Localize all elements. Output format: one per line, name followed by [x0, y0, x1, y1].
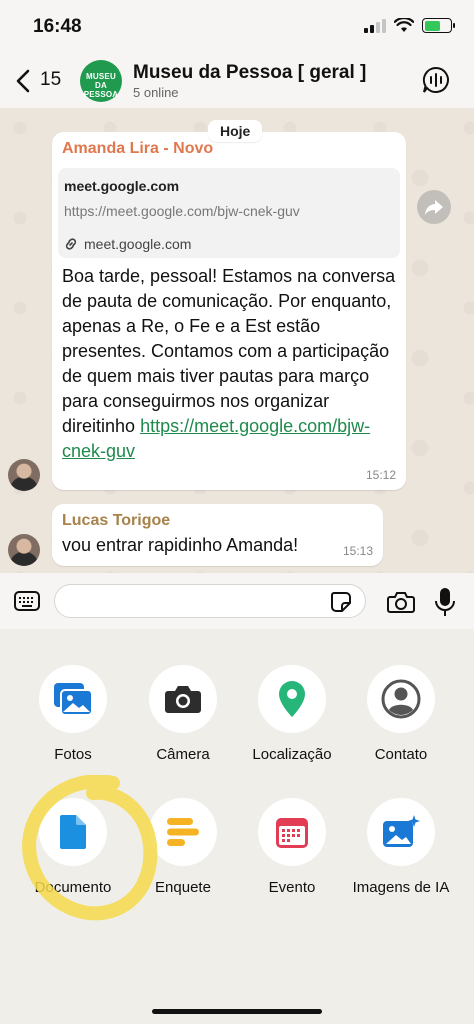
group-avatar[interactable]: MUSEU DA PESSOA [80, 60, 122, 102]
cellular-signal-icon [364, 18, 386, 33]
attach-photos-button[interactable]: Fotos [13, 665, 133, 763]
message-bubble[interactable]: Lucas Torigoe vou entrar rapidinho Amand… [52, 504, 383, 566]
forward-button[interactable] [417, 190, 451, 224]
attach-contact-circle[interactable] [367, 665, 435, 733]
message-sender: Amanda Lira - Novo [62, 140, 214, 157]
link-preview[interactable]: meet.google.com https://meet.google.com/… [58, 168, 400, 258]
battery-icon [422, 18, 455, 33]
attach-label: Documento [34, 879, 112, 896]
attach-camera-circle[interactable] [149, 665, 217, 733]
online-status: 5 online [133, 85, 179, 100]
attach-document-button[interactable]: Documento [13, 798, 133, 896]
back-chevron-icon[interactable] [14, 68, 32, 94]
location-pin-icon [279, 681, 305, 717]
attach-ai-images-circle[interactable] [367, 798, 435, 866]
message-sender: Lucas Torigoe [62, 512, 171, 529]
attach-label: Câmera [156, 746, 210, 763]
photos-icon [54, 683, 93, 716]
attach-camera-button[interactable]: Câmera [123, 665, 243, 763]
message-body: Boa tarde, pessoal! Estamos na conversa … [62, 266, 396, 436]
attach-ai-images-button[interactable]: Imagens de IA [341, 798, 461, 896]
attach-event-circle[interactable] [258, 798, 326, 866]
home-indicator[interactable] [152, 1009, 322, 1014]
ai-images-icon [383, 815, 420, 847]
attachment-panel: Fotos Câmera Localização Contato Documen… [0, 629, 474, 1024]
microphone-icon[interactable] [434, 587, 456, 617]
voice-chat-icon[interactable] [422, 66, 450, 94]
unread-count[interactable]: 15 [40, 69, 61, 91]
avatar[interactable] [8, 459, 40, 491]
message-composer [0, 573, 474, 629]
camera-icon [165, 686, 201, 713]
calendar-icon [276, 818, 308, 848]
status-icons [364, 18, 455, 33]
link-preview-url: https://meet.google.com/bjw-cnek-guv [64, 203, 300, 219]
attach-label: Fotos [54, 746, 92, 763]
link-preview-domain-row: meet.google.com [64, 236, 191, 252]
attach-label: Enquete [155, 879, 211, 896]
wifi-icon [394, 18, 414, 32]
status-bar: 16:48 [0, 0, 474, 56]
link-preview-domain: meet.google.com [84, 236, 192, 252]
group-name[interactable]: Museu da Pessoa [ geral ] [133, 62, 366, 84]
attach-document-circle[interactable] [39, 798, 107, 866]
contact-icon [381, 679, 421, 719]
link-preview-title: meet.google.com [64, 178, 180, 194]
attach-contact-button[interactable]: Contato [341, 665, 461, 763]
camera-icon[interactable] [387, 590, 415, 614]
attach-event-button[interactable]: Evento [232, 798, 352, 896]
attach-label: Evento [268, 879, 316, 896]
avatar[interactable] [8, 534, 40, 566]
message-text: vou entrar rapidinho Amanda! [62, 535, 299, 555]
attach-poll-button[interactable]: Enquete [123, 798, 243, 896]
attach-photos-circle[interactable] [39, 665, 107, 733]
message-input[interactable] [54, 584, 366, 618]
date-separator: Hoje [208, 120, 263, 142]
message-bubble[interactable]: Amanda Lira - Novo meet.google.com https… [52, 132, 406, 490]
attach-location-button[interactable]: Localização [232, 665, 352, 763]
keyboard-icon[interactable] [14, 591, 40, 611]
message-text: Boa tarde, pessoal! Estamos na conversa … [62, 264, 398, 464]
document-icon [60, 815, 86, 849]
attach-label: Imagens de IA [352, 879, 450, 896]
poll-icon [167, 818, 199, 846]
attach-location-circle[interactable] [258, 665, 326, 733]
chat-area[interactable]: Amanda Lira - Novo meet.google.com https… [0, 108, 474, 573]
attach-label: Contato [374, 746, 428, 763]
status-time: 16:48 [33, 16, 82, 37]
attach-label: Localização [252, 746, 332, 763]
message-time: 15:12 [365, 468, 396, 482]
message-time: 15:13 [342, 544, 373, 558]
attach-poll-circle[interactable] [149, 798, 217, 866]
forward-icon [425, 200, 443, 215]
sticker-icon[interactable] [330, 591, 352, 613]
chat-header: 15 MUSEU DA PESSOA Museu da Pessoa [ ger… [0, 56, 474, 108]
link-icon [65, 238, 77, 250]
